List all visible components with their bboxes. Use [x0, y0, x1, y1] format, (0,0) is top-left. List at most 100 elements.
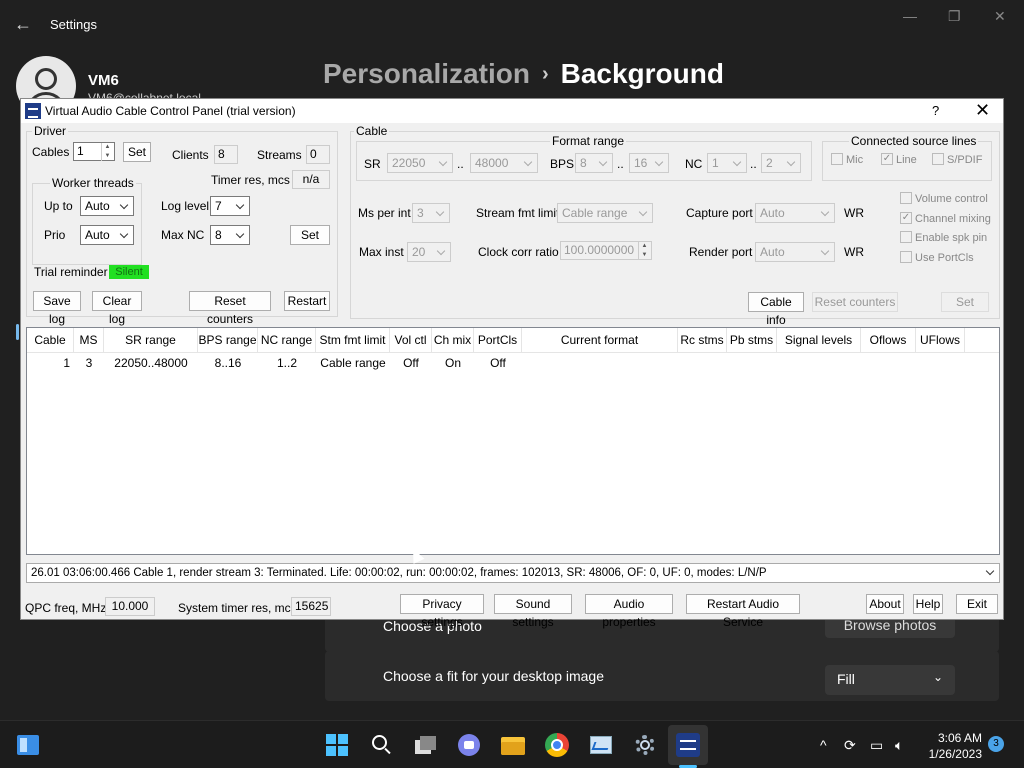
- cables-table[interactable]: Cable MS SR range BPS range NC range Stm…: [26, 327, 1000, 555]
- channel-mixing-checkbox[interactable]: ✓ Channel mixing: [900, 212, 991, 225]
- col-ch-mix[interactable]: Ch mix: [432, 328, 474, 353]
- max-inst-select[interactable]: 20: [407, 242, 451, 262]
- col-vol-ctl[interactable]: Vol ctl: [390, 328, 432, 353]
- col-signal-levels[interactable]: Signal levels: [777, 328, 861, 353]
- notification-badge[interactable]: 3: [988, 736, 1004, 752]
- volume-icon[interactable]: 🔈︎: [895, 737, 903, 754]
- back-arrow-icon[interactable]: ←: [14, 14, 32, 35]
- minimize-icon[interactable]: —: [903, 8, 917, 24]
- cable-reset-counters-button[interactable]: Reset counters: [812, 292, 898, 312]
- stream-fmt-limit-label: Stream fmt limit: [476, 206, 560, 220]
- nc-range-dots: ..: [750, 157, 757, 171]
- status-log-select[interactable]: 26.01 03:06:00.466 Cable 1, render strea…: [26, 563, 1000, 583]
- ms-per-int-label: Ms per int: [358, 206, 411, 220]
- mic-checkbox[interactable]: Mic: [831, 153, 863, 166]
- cable-set-button[interactable]: Set: [941, 292, 989, 312]
- vac-title: Virtual Audio Cable Control Panel (trial…: [45, 104, 296, 118]
- col-bps-range[interactable]: BPS range: [198, 328, 258, 353]
- col-current-format[interactable]: Current format: [522, 328, 678, 353]
- stream-fmt-limit-select[interactable]: Cable range: [557, 203, 653, 223]
- close-icon[interactable]: ✕: [994, 8, 1006, 25]
- cables-spinner[interactable]: ▲ ▼: [101, 143, 113, 161]
- streams-value: 0: [306, 145, 330, 164]
- up-to-select[interactable]: Auto: [80, 196, 134, 216]
- nc-min-select[interactable]: 1: [707, 153, 747, 173]
- close-icon[interactable]: ✕: [975, 100, 990, 121]
- nc-max-select[interactable]: 2: [761, 153, 801, 173]
- cable-info-button[interactable]: Cable info: [748, 292, 804, 327]
- prio-select[interactable]: Auto: [80, 225, 134, 245]
- file-explorer-icon[interactable]: [501, 733, 525, 757]
- max-inst-label: Max inst: [359, 245, 404, 259]
- capture-port-select[interactable]: Auto: [755, 203, 835, 223]
- col-portcls[interactable]: PortCls: [474, 328, 522, 353]
- col-sr-range[interactable]: SR range: [104, 328, 198, 353]
- clock-corr-spinner[interactable]: ▲ ▼: [638, 242, 650, 260]
- bps-max-select[interactable]: 16: [629, 153, 669, 173]
- col-rc-stms[interactable]: Rc stms: [678, 328, 727, 353]
- settings-titlebar: ← Settings — ❐ ✕: [0, 0, 1024, 48]
- col-stm-fmt-limit[interactable]: Stm fmt limit: [316, 328, 390, 353]
- clock[interactable]: 3:06 AM 1/26/2023: [922, 730, 982, 762]
- capture-port-label: Capture port: [686, 206, 753, 220]
- col-nc-range[interactable]: NC range: [258, 328, 316, 353]
- search-icon[interactable]: [369, 733, 393, 757]
- chevron-up-icon[interactable]: ^: [820, 737, 827, 753]
- spdif-checkbox[interactable]: S/PDIF: [932, 153, 982, 166]
- capture-wr-label: WR: [844, 206, 864, 220]
- maximize-icon[interactable]: ❐: [948, 8, 961, 25]
- clock-date: 1/26/2023: [928, 747, 982, 761]
- update-icon[interactable]: ⟳: [844, 737, 856, 754]
- network-icon[interactable]: ▭: [870, 737, 883, 754]
- sr-min-select[interactable]: 22050: [387, 153, 453, 173]
- restart-button[interactable]: Restart: [284, 291, 330, 311]
- cell-portcls: Off: [490, 356, 506, 370]
- col-ms[interactable]: MS: [74, 328, 104, 353]
- use-portcls-checkbox[interactable]: Use PortCls: [900, 251, 974, 264]
- save-log-button[interactable]: Save log: [33, 291, 81, 326]
- restart-audio-service-button[interactable]: Restart Audio Service: [686, 594, 800, 629]
- breadcrumb-parent[interactable]: Personalization: [323, 58, 530, 89]
- start-icon[interactable]: [325, 733, 349, 757]
- render-port-select[interactable]: Auto: [755, 242, 835, 262]
- col-uflows[interactable]: UFlows: [916, 328, 965, 353]
- line-checkbox[interactable]: ✓ Line: [881, 153, 917, 166]
- trial-reminder-status[interactable]: Silent: [109, 265, 149, 279]
- about-button[interactable]: About: [866, 594, 904, 614]
- exit-button[interactable]: Exit: [956, 594, 998, 614]
- bps-min-select[interactable]: 8: [575, 153, 613, 173]
- col-cable[interactable]: Cable: [27, 328, 74, 353]
- chevron-down-icon[interactable]: [985, 566, 995, 576]
- sr-max-select[interactable]: 48000: [470, 153, 538, 173]
- clear-log-button[interactable]: Clear log: [92, 291, 142, 326]
- clients-value: 8: [214, 145, 238, 164]
- cables-set-button[interactable]: Set: [123, 142, 151, 162]
- sound-settings-button[interactable]: Sound settings: [494, 594, 572, 629]
- max-nc-select[interactable]: 8: [210, 225, 250, 245]
- render-port-label: Render port: [689, 245, 753, 259]
- clients-label: Clients: [172, 148, 209, 162]
- chrome-icon[interactable]: [545, 733, 569, 757]
- help-icon[interactable]: ?: [932, 103, 939, 118]
- teams-chat-icon[interactable]: [457, 733, 481, 757]
- reset-counters-button[interactable]: Reset counters: [189, 291, 271, 326]
- log-level-select[interactable]: 7: [210, 196, 250, 216]
- breadcrumb: Personalization › Background: [323, 58, 724, 90]
- timer-res-value: n/a: [292, 170, 330, 189]
- col-oflows[interactable]: Oflows: [861, 328, 916, 353]
- widgets-icon[interactable]: [16, 733, 40, 757]
- volume-control-checkbox[interactable]: Volume control: [900, 192, 988, 205]
- max-nc-set-button[interactable]: Set: [290, 225, 330, 245]
- prio-label: Prio: [44, 228, 66, 242]
- performance-monitor-icon[interactable]: [589, 733, 613, 757]
- task-view-icon[interactable]: [413, 733, 437, 757]
- fit-select[interactable]: Fill ⌄: [825, 665, 955, 695]
- driver-group-label: Driver: [32, 124, 68, 138]
- settings-gear-icon[interactable]: [633, 733, 657, 757]
- ms-per-int-select[interactable]: 3: [412, 203, 450, 223]
- audio-properties-button[interactable]: Audio properties: [585, 594, 673, 629]
- help-button[interactable]: Help: [913, 594, 943, 614]
- enable-spk-pin-checkbox[interactable]: Enable spk pin: [900, 231, 987, 244]
- col-pb-stms[interactable]: Pb stms: [727, 328, 777, 353]
- privacy-settings-button[interactable]: Privacy settings: [400, 594, 484, 629]
